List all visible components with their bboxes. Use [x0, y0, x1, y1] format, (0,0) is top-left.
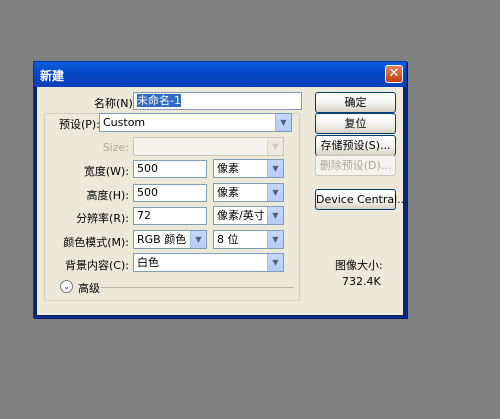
name-input[interactable]: 未命名-1 — [133, 92, 302, 110]
save-preset-button[interactable]: 存储预设(S)... — [315, 135, 396, 156]
height-unit-value: 像素 — [217, 186, 239, 199]
dialog-body: 名称(N): 未命名-1 预设(P): Custom ▼ Size: ▼ 宽度(… — [37, 87, 408, 315]
name-value: 未命名-1 — [137, 94, 181, 107]
close-icon: ✕ — [388, 66, 400, 81]
chevron-down-icon: ▼ — [267, 184, 283, 201]
dialog-title: 新建 — [40, 69, 65, 83]
advanced-divider — [101, 287, 294, 288]
reset-button[interactable]: 复位 — [315, 113, 396, 134]
preset-select[interactable]: Custom ▼ — [99, 113, 292, 132]
width-input[interactable]: 500 — [133, 160, 207, 178]
expand-advanced-icon[interactable]: ⌄ — [60, 280, 73, 293]
ok-button[interactable]: 确定 — [315, 92, 396, 113]
height-label: 高度(H): — [86, 189, 129, 202]
chevron-down-icon: ▼ — [190, 231, 206, 248]
width-value: 500 — [137, 162, 158, 175]
width-label: 宽度(W): — [83, 165, 129, 178]
resolution-label: 分辨率(R): — [76, 212, 129, 225]
image-size-label: 图像大小: — [335, 259, 383, 272]
height-unit-select[interactable]: 像素 ▼ — [213, 183, 284, 202]
resolution-unit-select[interactable]: 像素/英寸 ▼ — [213, 206, 284, 225]
new-document-dialog: 新建 ✕ 名称(N): 未命名-1 预设(P): Custom ▼ Size: … — [33, 61, 408, 318]
preset-value: Custom — [103, 116, 146, 129]
resolution-value: 72 — [137, 209, 151, 222]
width-unit-value: 像素 — [217, 162, 239, 175]
chevron-down-icon: ▼ — [275, 114, 291, 131]
color-mode-value: RGB 颜色 — [137, 233, 187, 246]
chevron-down-icon: ▼ — [267, 138, 283, 155]
chevron-down-icon: ▼ — [267, 254, 283, 271]
name-label: 名称(N): — [94, 97, 137, 110]
chevron-down-icon: ▼ — [267, 231, 283, 248]
advanced-label: 高级 — [78, 282, 100, 295]
background-select[interactable]: 白色 ▼ — [133, 253, 284, 272]
image-size-value: 732.4K — [342, 275, 381, 288]
bit-depth-value: 8 位 — [217, 233, 239, 246]
color-mode-select[interactable]: RGB 颜色 ▼ — [133, 230, 207, 249]
resolution-input[interactable]: 72 — [133, 207, 207, 225]
width-unit-select[interactable]: 像素 ▼ — [213, 159, 284, 178]
chevron-down-icon: ▼ — [267, 207, 283, 224]
height-input[interactable]: 500 — [133, 184, 207, 202]
resolution-unit-value: 像素/英寸 — [217, 209, 265, 222]
device-central-button[interactable]: Device Central... — [315, 189, 408, 210]
background-value: 白色 — [137, 256, 159, 269]
height-value: 500 — [137, 186, 158, 199]
background-label: 背景内容(C): — [65, 259, 129, 272]
chevron-down-icon: ▼ — [267, 160, 283, 177]
size-label: Size: — [102, 141, 129, 154]
close-button[interactable]: ✕ — [385, 65, 403, 83]
preset-label: 预设(P): — [59, 118, 100, 131]
title-bar[interactable]: 新建 ✕ — [34, 62, 406, 87]
bit-depth-select[interactable]: 8 位 ▼ — [213, 230, 284, 249]
size-select[interactable]: ▼ — [133, 137, 284, 156]
delete-preset-button[interactable]: 删除预设(D)... — [315, 155, 396, 176]
color-mode-label: 颜色模式(M): — [63, 236, 129, 249]
